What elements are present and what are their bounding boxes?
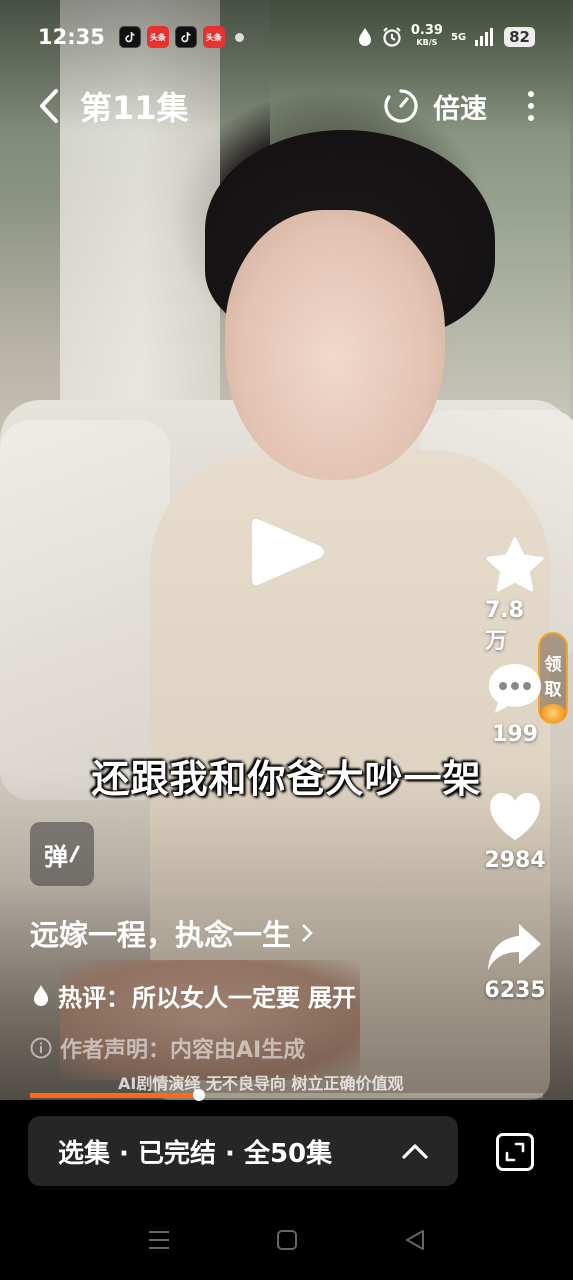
author-statement: 作者声明：内容由AI生成 [30,1032,305,1064]
episode-selector-bar[interactable]: 选集 · 已完结 · 全50集 [28,1116,458,1186]
hot-comment-prefix: 热评： [58,984,130,1012]
more-dot-icon [528,91,534,97]
fullscreen-icon [505,1142,525,1162]
drop-icon [358,28,371,46]
status-bar: 12:35 头条 头条 0.39 KB/S 5G 82 [38,22,535,52]
triangle-back-icon [405,1230,424,1250]
pencil-icon [69,845,80,863]
system-nav-bar [0,1210,573,1270]
progress-fill [30,1093,200,1098]
series-title-link[interactable]: 远嫁一程，执念一生 [30,912,313,954]
episode-selector-label: 选集 · 已完结 · 全50集 [58,1138,333,1169]
episode-title: 第11集 [80,89,189,127]
speed-label: 倍速 [433,93,487,125]
network-type: 5G [450,31,467,43]
alarm-icon [383,27,401,47]
playback-speed-button[interactable]: 倍速 [383,87,487,126]
hot-comment[interactable]: 热评： 所以女人一定要 展开 [32,978,356,1013]
info-icon [30,1037,52,1059]
progress-bar[interactable] [30,1089,543,1101]
collect-count: 7.8万 [485,598,524,654]
comment-count: 199 [492,722,538,747]
share-button[interactable]: 6235 [484,920,546,1003]
status-right: 0.39 KB/S 5G 82 [357,23,535,49]
toutiao-icon: 头条 [202,26,225,48]
net-speed-unit: KB/S [416,38,438,47]
like-count: 2984 [484,848,546,873]
status-time: 12:35 [38,25,105,49]
chevron-right-icon [302,924,313,942]
series-title: 远嫁一程，执念一生 [30,918,292,952]
battery-indicator: 82 [504,27,535,47]
author-statement-text: 作者声明：内容由AI生成 [60,1038,306,1063]
nav-home-button[interactable] [273,1226,301,1254]
video-subtitle: 还跟我和你爸大吵一架 [91,757,482,801]
comment-bubble-icon [489,664,541,713]
share-arrow-icon [488,924,541,970]
signal-icon [475,28,494,46]
expand-link[interactable]: 展开 [308,978,356,1013]
tiktok-icon [118,26,141,48]
danmaku-toggle-button[interactable]: 弹 [30,822,94,886]
menu-lines-icon [148,1231,169,1249]
top-bar: 第11集 倍速 [38,84,535,128]
collect-button[interactable]: 7.8万 [485,536,545,655]
speed-gauge-icon [384,89,418,123]
nav-back-button[interactable] [401,1226,429,1254]
nav-recents-button[interactable] [145,1226,173,1254]
net-speed: 0.39 KB/S [410,23,443,49]
hot-comment-text: 所以女人一定要 [132,984,300,1012]
star-icon [486,537,544,592]
square-icon [276,1230,297,1250]
chevron-left-icon [40,89,58,123]
ai-disclaimer: AI剧情演绎 无不良导向 树立正确价值观 [118,1074,404,1093]
toutiao-icon: 头条 [146,26,169,48]
more-options-button[interactable] [527,91,535,121]
net-speed-value: 0.39 [410,23,443,38]
more-dot-icon [528,103,534,109]
play-button[interactable] [248,512,328,592]
reward-label-1: 领 [544,655,562,675]
chevron-up-icon [402,1144,428,1159]
tiktok-icon [174,26,197,48]
flame-drop-icon [34,984,48,1006]
share-count: 6235 [484,978,546,1003]
notification-dot-icon [234,32,244,42]
fullscreen-button[interactable] [496,1133,534,1171]
back-button[interactable] [38,86,68,126]
reward-label-2: 取 [544,680,562,700]
danmaku-label: 弹 [44,842,68,871]
comment-button[interactable]: 199 [485,660,545,747]
more-dot-icon [528,115,534,121]
